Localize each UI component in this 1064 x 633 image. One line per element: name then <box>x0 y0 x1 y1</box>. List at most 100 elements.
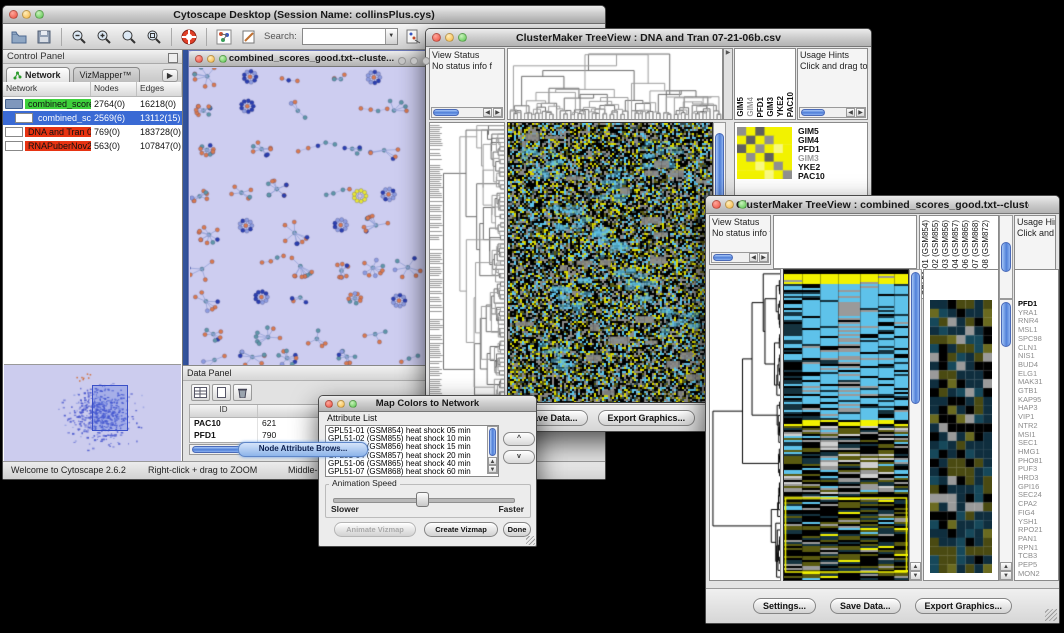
treeview-dna-titlebar[interactable]: ClusterMaker TreeView : DNA and Tran 07-… <box>426 29 871 47</box>
attribute-table-icon[interactable] <box>191 384 210 401</box>
network-frame-title: combined_scores_good.txt--cluste... <box>219 53 404 64</box>
heatmap-vscrollbar[interactable]: ▲ ▼ <box>909 269 922 581</box>
export-graphics-button[interactable]: Export Graphics... <box>598 410 696 426</box>
heatmap-panel[interactable] <box>507 122 713 403</box>
column-labels-panel[interactable]: GIM5GIM4PFD1GIM3YKE2PAC10 <box>734 48 796 120</box>
heatmap-panel[interactable] <box>783 269 909 581</box>
scroll-right-icon[interactable]: ▶ <box>856 108 865 117</box>
zoom-fit-icon[interactable] <box>119 27 139 47</box>
help-lifering-icon[interactable] <box>179 27 199 47</box>
delete-attribute-icon[interactable] <box>233 384 252 401</box>
table-row[interactable]: combined_scores 2764(0) 16218(0) <box>3 97 182 111</box>
view-status-hscrollbar[interactable]: ◀ ▶ <box>711 252 769 263</box>
column-dendrogram-panel[interactable] <box>507 48 723 120</box>
view-status-hscrollbar[interactable]: ◀ ▶ <box>431 107 503 118</box>
gene-list[interactable]: PFD1YRA1RNR4MSL1SPC98CLN1NIS1BUD4ELG1MAK… <box>1014 269 1059 581</box>
expand-right-icon[interactable]: ▶ <box>724 49 732 56</box>
create-vizmap-button[interactable]: Create Vizmap <box>424 522 498 537</box>
gene-label[interactable]: MON2 <box>1018 570 1058 579</box>
row-dendrogram-panel[interactable] <box>429 122 505 403</box>
scroll-thumb[interactable] <box>433 109 459 116</box>
dialog-title: Map Colors to Network <box>349 398 506 409</box>
traffic-lights[interactable] <box>9 10 44 19</box>
animate-vizmap-button[interactable]: Animate Vizmap <box>334 522 416 537</box>
traffic-lights-inactive[interactable] <box>398 57 430 65</box>
resize-grip[interactable] <box>526 536 535 545</box>
zoom-out-icon[interactable] <box>69 27 89 47</box>
control-panel-tabs: Network VizMapper™ ▶ <box>3 64 182 83</box>
resize-grip[interactable] <box>1045 609 1057 621</box>
network-file-icon <box>15 113 33 123</box>
network-table-header[interactable]: Network Nodes Edges <box>3 82 182 97</box>
scroll-up-icon[interactable]: ▲ <box>488 457 497 465</box>
labels-vscrollbar[interactable] <box>999 215 1013 299</box>
scroll-left-icon[interactable]: ◀ <box>749 253 758 262</box>
scroll-right-icon[interactable]: ▶ <box>493 108 502 117</box>
traffic-lights[interactable] <box>195 55 227 63</box>
save-data-button[interactable]: Save Data... <box>830 598 901 614</box>
table-row[interactable]: RNAPuberNov2+ 563(0) 107847(0) <box>3 139 182 153</box>
scroll-thumb[interactable] <box>1001 242 1011 272</box>
tab-vizmapper[interactable]: VizMapper™ <box>73 67 141 82</box>
scroll-down-icon[interactable]: ▼ <box>910 571 921 580</box>
overview-viewport-rect[interactable] <box>92 385 128 431</box>
new-attribute-icon[interactable] <box>212 384 231 401</box>
zoom-selected-icon[interactable] <box>144 27 164 47</box>
zoom-heatmap-panel[interactable] <box>923 269 999 581</box>
traffic-lights[interactable] <box>432 33 467 42</box>
search-input[interactable] <box>303 29 385 44</box>
treeview-combined-titlebar[interactable]: ClusterMaker TreeView : combined_scores_… <box>706 196 1059 214</box>
network-canvas[interactable] <box>190 68 431 366</box>
row-dendrogram-panel[interactable] <box>709 269 781 581</box>
scroll-left-icon[interactable]: ◀ <box>483 108 492 117</box>
vizmap-doc-icon[interactable] <box>403 27 423 47</box>
control-panel-header: Control Panel <box>3 50 182 64</box>
tab-overflow-button[interactable]: ▶ <box>162 69 178 82</box>
export-graphics-button[interactable]: Export Graphics... <box>915 598 1013 614</box>
zoom-icon <box>458 33 467 42</box>
scroll-up-icon[interactable]: ▲ <box>1000 562 1012 571</box>
done-button[interactable]: Done <box>503 522 531 537</box>
save-icon[interactable] <box>34 27 54 47</box>
open-folder-icon[interactable] <box>9 27 29 47</box>
attribute-item[interactable]: GPL51-07 (GSM868) heat shock 60 min <box>328 468 486 476</box>
move-up-button[interactable]: ^ <box>503 432 535 446</box>
scroll-thumb[interactable] <box>713 254 733 261</box>
status-pan-hint: Middle- <box>288 465 318 475</box>
column-dendrogram-panel[interactable] <box>773 215 917 269</box>
genelist-vscrollbar[interactable]: ▲ ▼ <box>999 299 1013 581</box>
table-row[interactable]: DNA and Tran 07 769(0) 183728(0) <box>3 125 182 139</box>
scroll-left-icon[interactable]: ◀ <box>846 108 855 117</box>
tab-network[interactable]: Network <box>6 67 70 82</box>
scroll-down-icon[interactable]: ▼ <box>1000 571 1012 580</box>
scroll-thumb[interactable] <box>1001 302 1011 347</box>
chevron-down-icon[interactable]: ▼ <box>385 29 397 44</box>
scroll-thumb[interactable] <box>801 109 825 116</box>
scroll-thumb[interactable] <box>911 272 920 404</box>
network-view-frame[interactable]: combined_scores_good.txt--cluste... <box>188 50 435 369</box>
dialog-titlebar[interactable]: Map Colors to Network <box>319 396 536 412</box>
scroll-down-icon[interactable]: ▼ <box>488 465 497 473</box>
traffic-lights[interactable] <box>325 400 357 408</box>
settings-button[interactable]: Settings... <box>753 598 816 614</box>
scroll-up-icon[interactable]: ▲ <box>910 562 921 571</box>
column-label: GIM3 <box>766 97 775 117</box>
node-attribute-browser-tab[interactable]: Node Attribute Brows... <box>238 442 368 457</box>
move-down-button[interactable]: v <box>503 450 535 464</box>
similarity-matrix[interactable] <box>737 127 792 179</box>
zoom-in-icon[interactable] <box>94 27 114 47</box>
scroll-thumb[interactable] <box>489 428 496 456</box>
annotation-icon[interactable] <box>239 27 259 47</box>
table-row[interactable]: combined_sco 2569(6) 13112(15) <box>3 111 182 125</box>
usage-hints-hscrollbar[interactable]: ◀ ▶ <box>799 107 866 118</box>
network-overview-panel[interactable] <box>4 364 181 462</box>
traffic-lights[interactable] <box>712 200 747 209</box>
attribute-list-vscrollbar[interactable]: ▲ ▼ <box>487 426 498 474</box>
scroll-right-icon[interactable]: ▶ <box>759 253 768 262</box>
column-label: PAC10 <box>786 92 795 117</box>
float-panel-icon[interactable] <box>168 53 178 63</box>
cytoscape-titlebar[interactable]: Cytoscape Desktop (Session Name: collins… <box>3 6 605 24</box>
network-view-icon[interactable] <box>214 27 234 47</box>
speed-slider-thumb[interactable] <box>416 492 429 507</box>
splitter-strip[interactable]: ▶ <box>723 48 733 120</box>
